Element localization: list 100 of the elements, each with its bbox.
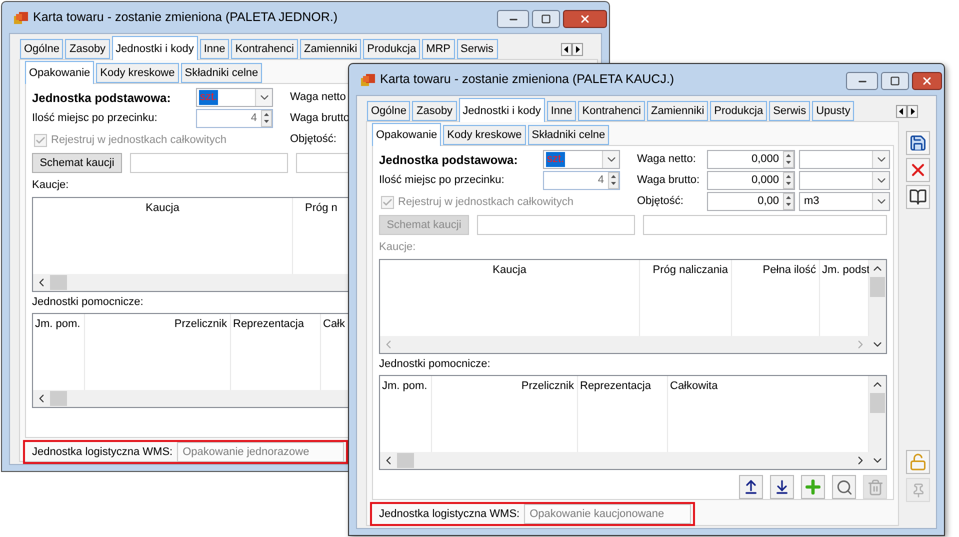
text-field[interactable] bbox=[130, 153, 288, 173]
column-header[interactable]: Kaucja bbox=[146, 198, 180, 218]
tab[interactable]: Produkcja bbox=[710, 101, 768, 121]
tab-scroll-right-button[interactable] bbox=[572, 43, 583, 56]
tab[interactable]: Ogólne bbox=[20, 39, 64, 59]
field-label: Jednostka podstawowa: bbox=[379, 152, 519, 168]
tab-scroll-right-button[interactable] bbox=[907, 105, 918, 118]
field-label: Waga netto bbox=[290, 90, 347, 106]
tab[interactable]: Opakowanie bbox=[25, 61, 94, 84]
app-icon bbox=[360, 72, 376, 88]
move-up-button[interactable] bbox=[739, 475, 763, 499]
tab[interactable]: Opakowanie bbox=[372, 123, 442, 146]
column-header[interactable]: Reprezentacja bbox=[233, 314, 304, 334]
field-label: Objętość: bbox=[290, 132, 338, 148]
spinner-icon[interactable] bbox=[783, 193, 794, 210]
tab[interactable]: Inne bbox=[200, 39, 230, 59]
close-icon bbox=[921, 75, 933, 87]
search-button[interactable] bbox=[832, 475, 856, 499]
tab[interactable]: Zasoby bbox=[412, 101, 457, 121]
close-icon bbox=[579, 13, 591, 25]
tab[interactable]: Serwis bbox=[456, 39, 498, 59]
tab[interactable]: Zasoby bbox=[65, 39, 110, 59]
app-icon bbox=[13, 10, 29, 26]
scrollbar-thumb[interactable] bbox=[870, 277, 885, 297]
scrollbar-thumb[interactable] bbox=[50, 391, 67, 406]
spinner-icon[interactable] bbox=[783, 151, 794, 168]
checkbox-label: Rejestruj w jednostkach całkowitych bbox=[51, 133, 226, 148]
section-label: Jednostki pomocnicze: bbox=[379, 357, 490, 371]
section-label: Jednostki pomocnicze: bbox=[32, 295, 144, 309]
tab[interactable]: Zamienniki bbox=[300, 39, 362, 59]
close-button[interactable] bbox=[912, 72, 942, 90]
book-icon bbox=[909, 188, 927, 206]
spinner-icon[interactable] bbox=[608, 172, 619, 189]
window-title: Karta towaru - zostanie zmieniona (PALETA JEDNOR.) bbox=[33, 9, 339, 26]
arrow-up-icon bbox=[743, 479, 759, 495]
add-button[interactable] bbox=[801, 475, 825, 499]
triangle-left-icon bbox=[899, 108, 904, 115]
book-button[interactable] bbox=[906, 185, 930, 209]
dropdown-value: szt. bbox=[199, 90, 218, 105]
trash-icon bbox=[866, 478, 884, 496]
triangle-right-icon bbox=[910, 108, 915, 115]
text-field[interactable] bbox=[477, 215, 635, 235]
tab-scroll-left-button[interactable] bbox=[561, 43, 572, 56]
number-field[interactable]: 4 bbox=[543, 171, 620, 190]
tab[interactable]: Kontrahenci bbox=[231, 39, 298, 59]
move-down-button[interactable] bbox=[770, 475, 794, 499]
scrollbar-thumb[interactable] bbox=[870, 393, 885, 413]
spinner-icon[interactable] bbox=[261, 110, 272, 127]
maximize-button[interactable] bbox=[881, 72, 909, 90]
field-label: Waga netto: bbox=[637, 152, 697, 168]
padlock-icon bbox=[909, 453, 927, 471]
number-field[interactable]: 0,000 bbox=[707, 150, 795, 169]
column-header[interactable]: Całk bbox=[323, 314, 346, 334]
triangle-right-icon bbox=[575, 46, 580, 53]
search-icon bbox=[836, 478, 852, 496]
field-label: Jednostka logistyczna WMS: bbox=[32, 444, 173, 460]
tab[interactable]: Upusty bbox=[812, 101, 854, 121]
maximize-button[interactable] bbox=[532, 10, 560, 28]
window-title: Karta towaru - zostanie zmieniona (PALETA KAUCJ.) bbox=[380, 71, 676, 88]
number-field[interactable]: 0,00 bbox=[707, 192, 795, 211]
tab[interactable]: Produkcja bbox=[363, 39, 420, 59]
save-icon bbox=[909, 134, 927, 152]
column-header[interactable]: Próg n bbox=[305, 198, 338, 218]
tab[interactable]: Jednostki i kody bbox=[112, 36, 198, 60]
number-field[interactable]: 4 bbox=[196, 109, 273, 128]
delete-button[interactable] bbox=[906, 158, 930, 182]
text-field[interactable] bbox=[643, 215, 887, 235]
tab-scroll-left-button[interactable] bbox=[896, 105, 907, 118]
tab[interactable]: Zamienniki bbox=[646, 101, 708, 121]
tab[interactable]: Kontrahenci bbox=[578, 101, 645, 121]
column-header[interactable]: Reprezentacja bbox=[580, 376, 651, 396]
scrollbar-thumb[interactable] bbox=[397, 453, 414, 468]
number-field[interactable]: 0,000 bbox=[707, 171, 795, 190]
save-button[interactable] bbox=[906, 131, 930, 155]
section-label: Kaucje: bbox=[379, 240, 416, 254]
tab[interactable]: Ogólne bbox=[367, 101, 410, 121]
column-header[interactable]: Jm. pom. bbox=[382, 376, 428, 396]
tab[interactable]: Kody kreskowe bbox=[443, 125, 526, 145]
tab[interactable]: Inne bbox=[546, 101, 576, 121]
tab[interactable]: Serwis bbox=[769, 101, 810, 121]
tab[interactable]: MRP bbox=[422, 39, 455, 59]
pin-icon bbox=[910, 482, 926, 498]
column-header[interactable]: Całkowita bbox=[670, 376, 718, 396]
tab[interactable]: Składniki celne bbox=[528, 125, 610, 145]
dropdown[interactable]: m3 bbox=[799, 192, 890, 211]
tab[interactable]: Jednostki i kody bbox=[458, 98, 545, 122]
column-header[interactable]: Przelicznik bbox=[174, 314, 227, 334]
section-label: Kaucje: bbox=[32, 178, 69, 192]
field-label: Ilość miejsc po przecinku: bbox=[379, 173, 506, 188]
close-button[interactable] bbox=[563, 10, 607, 28]
checkbox-label: Rejestruj w jednostkach całkowitych bbox=[398, 195, 574, 210]
triangle-left-icon bbox=[564, 46, 569, 53]
tab[interactable]: Składniki celne bbox=[180, 63, 262, 83]
tab[interactable]: Kody kreskowe bbox=[96, 63, 179, 83]
scrollbar-thumb[interactable] bbox=[50, 275, 67, 290]
spinner-icon[interactable] bbox=[783, 172, 794, 189]
deposit-scheme-button[interactable]: Schemat kaucji bbox=[32, 153, 122, 173]
plus-icon bbox=[803, 477, 823, 497]
column-header[interactable]: Jm. pom. bbox=[35, 314, 80, 334]
column-header[interactable]: Przelicznik bbox=[521, 376, 574, 396]
